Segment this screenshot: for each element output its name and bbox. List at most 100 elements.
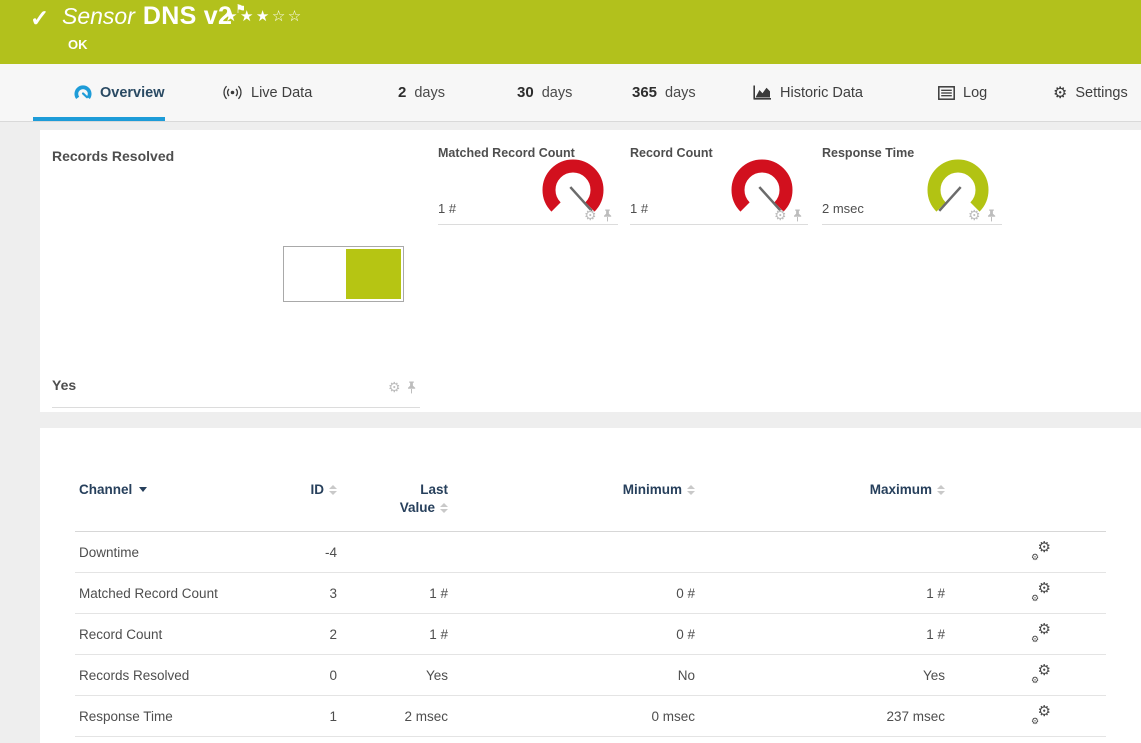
gauge-title: Response Time — [822, 146, 914, 160]
gauge-tile-controls: ⚙ — [584, 208, 612, 222]
sort-toggle-icon — [329, 485, 337, 495]
header-channel[interactable]: Channel — [79, 482, 280, 497]
tile-gear-icon[interactable]: ⚙ — [584, 208, 597, 222]
tab-overview-label: Overview — [100, 85, 165, 101]
tab-30-days[interactable]: 30 days — [517, 64, 572, 121]
tab-30-days-label: days — [542, 85, 573, 101]
status-ok-check-icon: ✓ — [30, 5, 49, 32]
records-tile-controls: ⚙ — [388, 380, 416, 394]
records-resolved-bar-fill — [346, 249, 401, 299]
historic-chart-icon — [753, 85, 772, 100]
sensor-overview-page: ✓ SensorDNS v2⚑ ★★★☆☆ OK Overview Live D… — [0, 0, 1141, 743]
cell-id: 0 — [280, 668, 337, 683]
header-minimum[interactable]: Minimum — [448, 482, 695, 497]
tile-gear-icon[interactable]: ⚙ — [774, 208, 787, 222]
records-resolved-title: Records Resolved — [52, 148, 174, 164]
cell-minimum: 0 # — [448, 586, 695, 601]
tab-live-data-label: Live Data — [251, 85, 312, 101]
sort-descending-icon — [139, 487, 147, 492]
records-resolved-bar — [283, 246, 404, 302]
tab-historic-data-label: Historic Data — [780, 85, 863, 101]
gauge-value: 1 # — [438, 201, 456, 216]
cell-channel: Record Count — [79, 627, 280, 642]
cell-last-value: Yes — [337, 668, 448, 683]
table-row-matched-record-count: Matched Record Count 3 1 # 0 # 1 # ⚙⚙ — [75, 573, 1106, 614]
channel-settings-gears-icon[interactable]: ⚙⚙ — [1031, 625, 1051, 643]
gauge-tile-controls: ⚙ — [968, 208, 996, 222]
header-id-label: ID — [311, 482, 325, 497]
cell-minimum: 0 msec — [448, 709, 695, 724]
cell-maximum: 237 msec — [695, 709, 945, 724]
tab-log-label: Log — [963, 85, 987, 101]
tab-2-days-number: 2 — [398, 84, 406, 101]
cell-id: 3 — [280, 586, 337, 601]
cell-channel: Response Time — [79, 709, 280, 724]
header-maximum[interactable]: Maximum — [695, 482, 945, 497]
cell-id: -4 — [280, 545, 337, 560]
table-row-record-count: Record Count 2 1 # 0 # 1 # ⚙⚙ — [75, 614, 1106, 655]
cell-id: 2 — [280, 627, 337, 642]
cell-maximum: Yes — [695, 668, 945, 683]
tile-gear-icon[interactable]: ⚙ — [968, 208, 981, 222]
tab-live-data[interactable]: Live Data — [222, 64, 312, 121]
cell-channel: Downtime — [79, 545, 280, 560]
tab-bar: Overview Live Data 2 days 30 days 365 da… — [0, 64, 1141, 122]
sensor-title: SensorDNS v2⚑ — [62, 2, 246, 31]
tile-pin-icon[interactable] — [407, 381, 416, 394]
tab-365-days-number: 365 — [632, 84, 657, 101]
sensor-type-label: Sensor — [62, 3, 135, 29]
gauge-value: 1 # — [630, 201, 648, 216]
live-data-icon — [222, 85, 243, 100]
sort-toggle-icon — [687, 485, 695, 495]
sort-toggle-icon — [440, 503, 448, 513]
header-id[interactable]: ID — [280, 482, 337, 497]
gauge-value: 2 msec — [822, 201, 864, 216]
sensor-header: ✓ SensorDNS v2⚑ ★★★☆☆ OK — [0, 0, 1141, 64]
channel-table-panel: Channel ID Last Value Minimum — [40, 428, 1141, 743]
channel-settings-gears-icon[interactable]: ⚙⚙ — [1031, 584, 1051, 602]
gauge-tile-controls: ⚙ — [774, 208, 802, 222]
channel-table: Channel ID Last Value Minimum — [75, 428, 1106, 737]
header-minimum-label: Minimum — [623, 482, 682, 497]
tile-pin-icon[interactable] — [987, 209, 996, 222]
channel-settings-gears-icon[interactable]: ⚙⚙ — [1031, 707, 1051, 725]
tab-historic-data[interactable]: Historic Data — [753, 64, 863, 121]
tab-settings[interactable]: ⚙ Settings — [1053, 64, 1128, 121]
tile-divider — [438, 224, 618, 225]
tile-gear-icon[interactable]: ⚙ — [388, 380, 401, 394]
header-last-value[interactable]: Last Value — [337, 482, 448, 519]
table-row-records-resolved: Records Resolved 0 Yes No Yes ⚙⚙ — [75, 655, 1106, 696]
settings-gear-icon: ⚙ — [1053, 83, 1067, 103]
gauge-title: Record Count — [630, 146, 713, 160]
tab-overview[interactable]: Overview — [74, 64, 165, 121]
active-tab-underline — [33, 117, 165, 121]
sort-toggle-icon — [937, 485, 945, 495]
tile-pin-icon[interactable] — [793, 209, 802, 222]
cell-id: 1 — [280, 709, 337, 724]
records-resolved-value: Yes — [52, 377, 76, 393]
tab-2-days-label: days — [414, 85, 445, 101]
cell-maximum: 1 # — [695, 586, 945, 601]
cell-channel: Records Resolved — [79, 668, 280, 683]
table-row-downtime: Downtime -4 ⚙⚙ — [75, 532, 1106, 573]
priority-star-rating[interactable]: ★★★☆☆ — [224, 7, 304, 25]
cell-minimum: No — [448, 668, 695, 683]
tab-365-days[interactable]: 365 days — [632, 64, 696, 121]
tile-divider — [630, 224, 808, 225]
cell-last-value: 1 # — [337, 586, 448, 601]
tab-settings-label: Settings — [1075, 85, 1127, 101]
table-row-response-time: Response Time 1 2 msec 0 msec 237 msec ⚙… — [75, 696, 1106, 737]
channel-settings-gears-icon[interactable]: ⚙⚙ — [1031, 666, 1051, 684]
header-channel-label: Channel — [79, 482, 132, 497]
header-last-value-line2: Value — [400, 497, 435, 519]
cell-maximum: 1 # — [695, 627, 945, 642]
cell-last-value: 2 msec — [337, 709, 448, 724]
tab-log[interactable]: Log — [938, 64, 987, 121]
overview-gauges-panel: Records Resolved Yes ⚙ Matched Record Co… — [40, 130, 1141, 412]
sensor-status-text: OK — [68, 37, 88, 52]
header-maximum-label: Maximum — [870, 482, 932, 497]
tab-2-days[interactable]: 2 days — [398, 64, 445, 121]
tile-pin-icon[interactable] — [603, 209, 612, 222]
cell-last-value: 1 # — [337, 627, 448, 642]
channel-settings-gears-icon[interactable]: ⚙⚙ — [1031, 543, 1051, 561]
